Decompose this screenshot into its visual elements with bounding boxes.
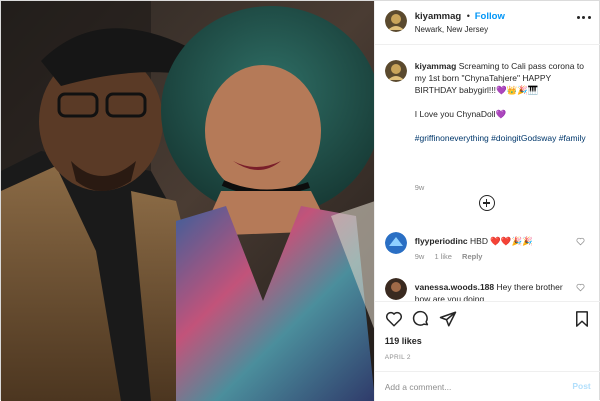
more-options-icon[interactable] xyxy=(576,15,591,21)
bookmark-icon[interactable] xyxy=(573,310,591,328)
comments-list: kiyammag Screaming to Cali pass corona t… xyxy=(375,46,600,301)
comment-meta: 9w 1 like Reply xyxy=(415,252,491,261)
post-sidebar: kiyammag • Follow Newark, New Jersey kiy… xyxy=(373,1,600,401)
caption-text: kiyammag Screaming to Cali pass corona t… xyxy=(415,60,593,144)
caption-line2: I Love you ChynaDoll💜 xyxy=(414,109,507,119)
post-photo[interactable] xyxy=(1,1,374,401)
comment-username[interactable]: vanessa.woods.188 xyxy=(415,282,494,292)
avatar[interactable] xyxy=(384,232,407,254)
share-icon[interactable] xyxy=(439,310,457,328)
post-header: kiyammag • Follow Newark, New Jersey xyxy=(374,1,600,45)
separator-dot: • xyxy=(466,11,470,21)
post-date[interactable]: APRIL 2 xyxy=(385,354,411,361)
comment-text: flyyperiodinc HBD ❤️❤️🎉🎉 xyxy=(415,235,575,247)
avatar[interactable] xyxy=(384,60,407,82)
comment-item: flyyperiodinc HBD ❤️❤️🎉🎉 9w 1 like Reply xyxy=(384,232,595,272)
caption-timestamp: 9w xyxy=(414,183,425,192)
reply-button[interactable]: Reply xyxy=(462,252,482,261)
comment-timestamp: 9w xyxy=(414,252,425,261)
comment-username[interactable]: flyyperiodinc xyxy=(415,236,468,246)
comment-item: vanessa.woods.188 Hey there brother how … xyxy=(384,278,595,301)
comment-body: HBD ❤️❤️🎉🎉 xyxy=(470,236,533,246)
comment-input[interactable] xyxy=(384,380,555,394)
post-comment-button[interactable]: Post xyxy=(572,381,590,391)
caption-username[interactable]: kiyammag xyxy=(415,61,457,71)
avatar[interactable] xyxy=(384,278,407,300)
follow-button[interactable]: Follow xyxy=(475,11,505,22)
comment-icon[interactable] xyxy=(412,310,430,328)
load-more-comments-icon[interactable] xyxy=(478,195,495,211)
add-comment-bar: Post xyxy=(374,371,600,401)
likes-count[interactable]: 119 likes xyxy=(385,336,422,346)
caption-hashtags[interactable]: #griffinoneverything #doingitGodsway #fa… xyxy=(415,133,586,143)
heart-icon[interactable] xyxy=(576,237,585,246)
location-link[interactable]: Newark, New Jersey xyxy=(415,25,488,34)
heart-icon[interactable] xyxy=(576,283,585,292)
avatar[interactable] xyxy=(384,10,407,32)
post-image xyxy=(1,1,374,401)
username-link[interactable]: kiyammag xyxy=(415,11,461,22)
comment-text: vanessa.woods.188 Hey there brother how … xyxy=(415,281,575,301)
heart-icon[interactable] xyxy=(385,310,403,328)
instagram-post: kiyammag • Follow Newark, New Jersey kiy… xyxy=(0,0,600,401)
comment-likes[interactable]: 1 like xyxy=(434,252,452,261)
